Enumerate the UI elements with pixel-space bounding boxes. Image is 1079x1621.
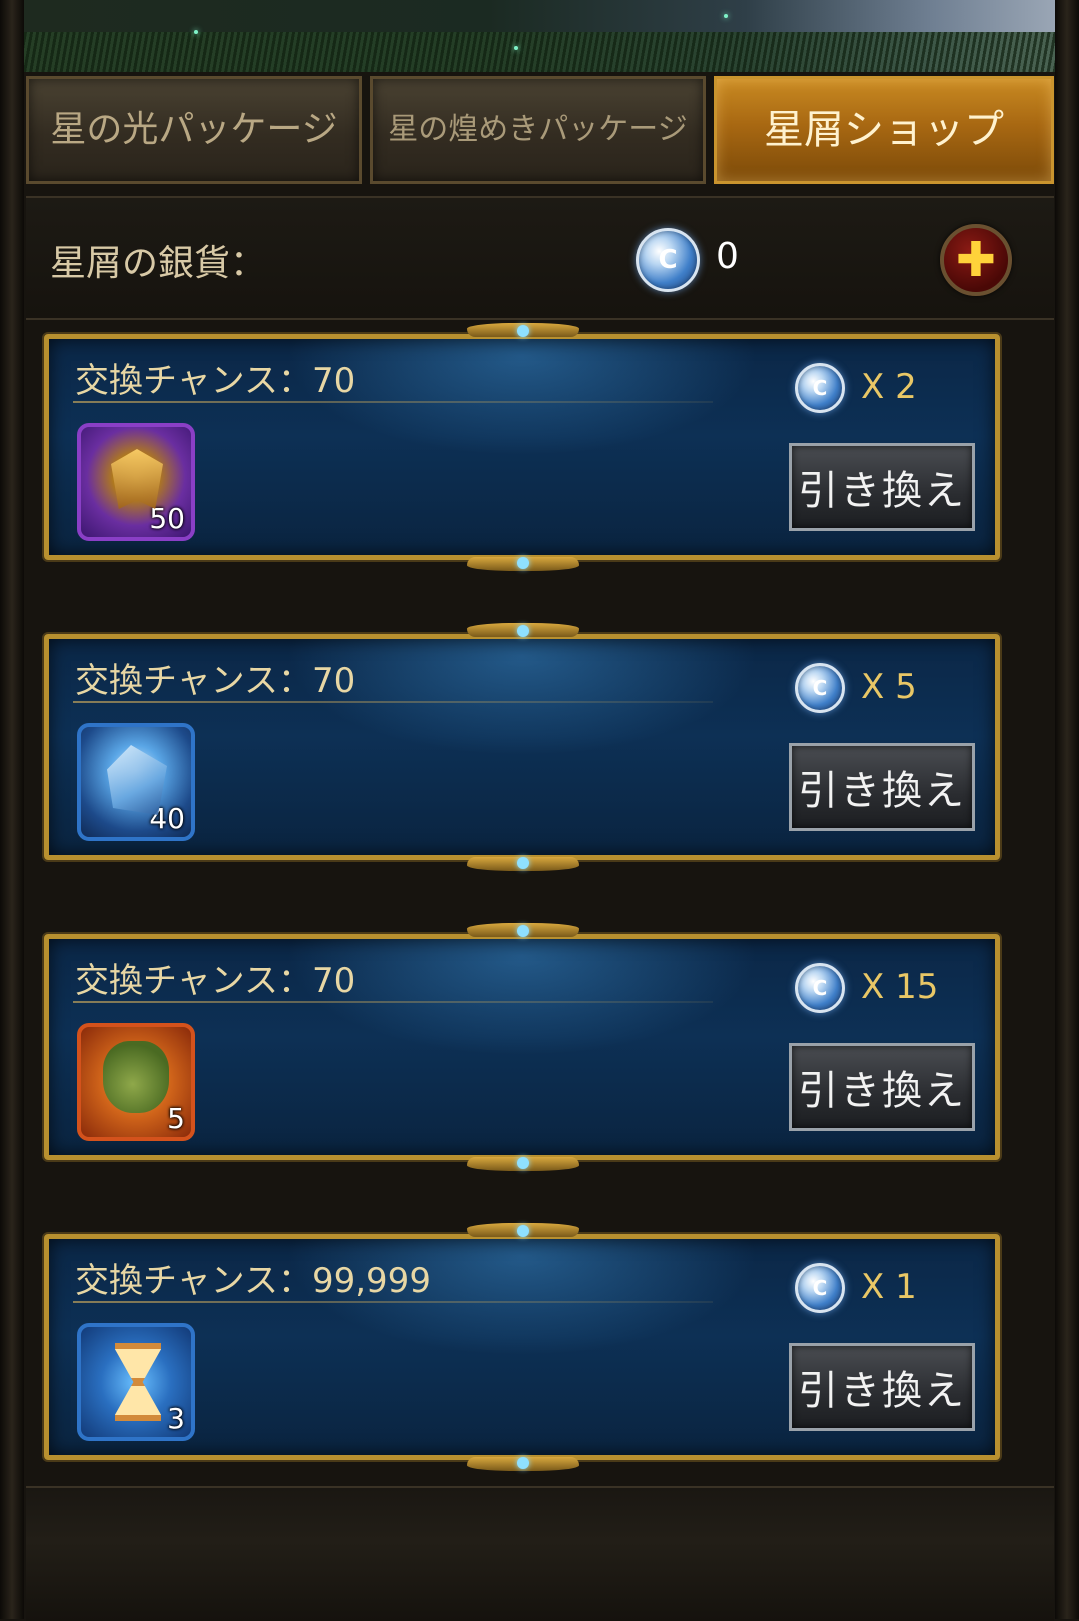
plus-icon: ✚ [955, 232, 997, 288]
currency-row: 星屑の銀貨： C 0 ✚ [26, 196, 1054, 320]
ornament-gem [517, 557, 529, 569]
redeem-button[interactable]: 引き換え [789, 1343, 975, 1431]
currency-label: 星屑の銀貨： [50, 243, 267, 284]
shop-tabs: 星の光パッケージ 星の煌めきパッケージ 星屑ショップ [26, 76, 1054, 186]
left-frame-pillar [0, 0, 24, 1619]
top-scenery-banner [24, 0, 1055, 72]
firefly-sparkle [514, 46, 518, 50]
card-divider [73, 401, 713, 403]
ornament-gem [517, 1225, 529, 1237]
item-count: 50 [149, 502, 185, 535]
exchange-chance-label: 交換チャンス：70 [75, 361, 356, 401]
item-count: 40 [149, 802, 185, 835]
ornament-gem [517, 1457, 529, 1469]
card-divider [73, 1301, 713, 1303]
grass-decoration [24, 32, 1055, 72]
cost-amount: X 15 [861, 967, 939, 1007]
currency-value: 0 [716, 236, 739, 277]
ornament-gem [517, 325, 529, 337]
redeem-button[interactable]: 引き換え [789, 443, 975, 531]
card-divider [73, 701, 713, 703]
ornament-gem [517, 625, 529, 637]
redeem-button[interactable]: 引き換え [789, 743, 975, 831]
tab-star-sparkle-package[interactable]: 星の煌めきパッケージ [370, 76, 706, 184]
offer-card: 交換チャンス：70 C X 15 5 引き換え [44, 923, 1000, 1171]
offer-card: 交換チャンス：70 C X 2 50 引き換え [44, 323, 1000, 571]
hourglass-icon[interactable]: 3 [77, 1323, 195, 1441]
ornament-gem [517, 1157, 529, 1169]
exchange-chance-label: 交換チャンス：70 [75, 661, 356, 701]
cost-amount: X 2 [861, 367, 917, 407]
item-count: 5 [167, 1102, 185, 1135]
cost-amount: X 1 [861, 1267, 917, 1307]
firefly-sparkle [724, 14, 728, 18]
silver-coin-icon: C [795, 363, 845, 413]
offer-card: 交換チャンス：70 C X 5 40 引き換え [44, 623, 1000, 871]
item-count: 3 [167, 1402, 185, 1435]
firefly-sparkle [194, 30, 198, 34]
ornament-gem [517, 857, 529, 869]
silver-coin-icon: C [636, 228, 700, 292]
exchange-chance-label: 交換チャンス：70 [75, 961, 356, 1001]
tab-star-light-package[interactable]: 星の光パッケージ [26, 76, 362, 184]
bottom-frame [26, 1486, 1054, 1621]
silver-coin-icon: C [795, 1263, 845, 1313]
tab-stardust-shop[interactable]: 星屑ショップ [714, 76, 1054, 184]
cost-amount: X 5 [861, 667, 917, 707]
badge-medal-icon[interactable]: 50 [77, 423, 195, 541]
card-divider [73, 1001, 713, 1003]
crystal-ore-icon[interactable]: 40 [77, 723, 195, 841]
silver-coin-icon: C [795, 963, 845, 1013]
redeem-button[interactable]: 引き換え [789, 1043, 975, 1131]
ornament-gem [517, 925, 529, 937]
right-frame-pillar [1055, 0, 1079, 1619]
exchange-chance-label: 交換チャンス：99,999 [75, 1261, 431, 1301]
gem-bag-icon[interactable]: 5 [77, 1023, 195, 1141]
add-currency-button[interactable]: ✚ [940, 224, 1012, 296]
offer-card: 交換チャンス：99,999 C X 1 3 引き換え [44, 1223, 1000, 1471]
silver-coin-icon: C [795, 663, 845, 713]
